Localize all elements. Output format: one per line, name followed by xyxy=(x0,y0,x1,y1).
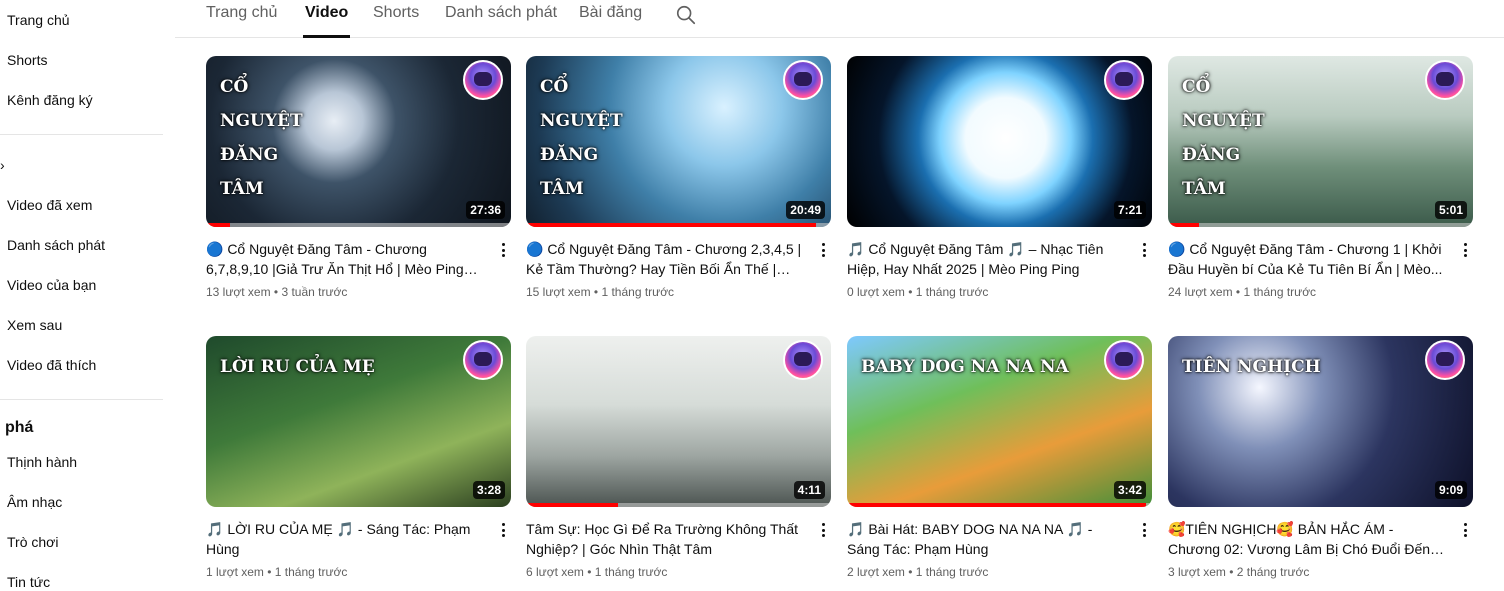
thumbnail-overlay-text: CỔ NGUYỆT ĐĂNG TÂM xyxy=(540,77,623,199)
video-duration: 7:21 xyxy=(1113,201,1146,219)
video-title[interactable]: 🎵 Cổ Nguyệt Đăng Tâm 🎵 – Nhạc Tiên Hiệp,… xyxy=(847,239,1127,279)
video-card[interactable]: CỔ NGUYỆT ĐĂNG TÂM 20:49 🔵 Cổ Nguyệt Đăn… xyxy=(526,56,831,299)
video-card[interactable]: LỜI RU CỦA MẸ 3:28 🎵 LỜI RU CỦA MẸ 🎵 - S… xyxy=(206,336,511,579)
more-actions-icon[interactable] xyxy=(1459,241,1471,259)
channel-logo-watermark xyxy=(783,340,823,380)
sidebar-divider xyxy=(0,134,163,135)
more-actions-icon[interactable] xyxy=(1138,521,1150,539)
thumbnail-overlay-text: CỔ NGUYỆT ĐĂNG TÂM xyxy=(1182,77,1265,199)
video-thumbnail[interactable]: BABY DOG NA NA NA 3:42 xyxy=(847,336,1152,507)
video-card[interactable]: CỔ NGUYỆT ĐĂNG TÂM 5:01 🔵 Cổ Nguyệt Đăng… xyxy=(1168,56,1473,299)
video-meta: 🔵 Cổ Nguyệt Đăng Tâm - Chương 6,7,8,9,10… xyxy=(206,227,511,299)
video-stats: 1 lượt xem • 1 tháng trước xyxy=(206,565,348,579)
more-actions-icon[interactable] xyxy=(817,241,829,259)
sidebar-item-home[interactable]: Trang chủ xyxy=(7,12,70,28)
search-icon[interactable] xyxy=(675,4,697,26)
tab-home[interactable]: Trang chủ xyxy=(206,4,277,22)
video-duration: 9:09 xyxy=(1434,481,1467,499)
video-stats: 13 lượt xem • 3 tuần trước xyxy=(206,285,348,299)
video-duration: 20:49 xyxy=(786,201,825,219)
video-thumbnail[interactable]: TIÊN NGHỊCH 9:09 xyxy=(1168,336,1473,507)
tab-shorts[interactable]: Shorts xyxy=(373,4,419,22)
video-duration: 3:28 xyxy=(472,481,505,499)
video-card[interactable]: TIÊN NGHỊCH 9:09 🥰TIÊN NGHỊCH🥰 BẢN HẮC Á… xyxy=(1168,336,1473,579)
more-actions-icon[interactable] xyxy=(497,241,509,259)
video-title[interactable]: 🎵 Bài Hát: BABY DOG NA NA NA 🎵 - Sáng Tá… xyxy=(847,519,1127,559)
sidebar-item-playlists[interactable]: Danh sách phát xyxy=(7,237,105,253)
thumbnail-overlay-text: BABY DOG NA NA NA xyxy=(861,357,1069,377)
sidebar-item-news[interactable]: Tin tức xyxy=(7,574,50,590)
video-card[interactable]: BABY DOG NA NA NA 3:42 🎵 Bài Hát: BABY D… xyxy=(847,336,1152,579)
thumbnail-overlay-text: CỔ NGUYỆT ĐĂNG TÂM xyxy=(220,77,303,199)
video-thumbnail[interactable]: CỔ NGUYỆT ĐĂNG TÂM 20:49 xyxy=(526,56,831,227)
sidebar-item-music[interactable]: Âm nhạc xyxy=(7,494,62,510)
sidebar-item-gaming[interactable]: Trò chơi xyxy=(7,534,58,550)
video-duration: 4:11 xyxy=(793,481,825,499)
video-duration: 5:01 xyxy=(1434,201,1467,219)
video-stats: 24 lượt xem • 1 tháng trước xyxy=(1168,285,1317,299)
active-tab-indicator xyxy=(303,35,350,38)
chevron-right-icon[interactable]: › xyxy=(0,157,5,173)
video-duration: 3:42 xyxy=(1113,481,1146,499)
video-card[interactable]: 7:21 🎵 Cổ Nguyệt Đăng Tâm 🎵 – Nhạc Tiên … xyxy=(847,56,1152,299)
sidebar-item-trending[interactable]: Thịnh hành xyxy=(7,454,77,470)
thumbnail-overlay-text: LỜI RU CỦA MẸ xyxy=(220,357,375,377)
video-thumbnail[interactable]: 7:21 xyxy=(847,56,1152,227)
sidebar-item-watch-later[interactable]: Xem sau xyxy=(7,317,62,333)
video-thumbnail[interactable]: LỜI RU CỦA MẸ 3:28 xyxy=(206,336,511,507)
video-meta: 🎵 LỜI RU CỦA MẸ 🎵 - Sáng Tác: Phạm Hùng … xyxy=(206,507,511,579)
sidebar-item-your-videos[interactable]: Video của bạn xyxy=(7,277,96,293)
sidebar-item-shorts[interactable]: Shorts xyxy=(7,52,47,68)
video-meta: 🎵 Bài Hát: BABY DOG NA NA NA 🎵 - Sáng Tá… xyxy=(847,507,1152,579)
video-card[interactable]: CỔ NGUYỆT ĐĂNG TÂM 27:36 🔵 Cổ Nguyệt Đăn… xyxy=(206,56,511,299)
video-thumbnail[interactable]: CỔ NGUYỆT ĐĂNG TÂM 5:01 xyxy=(1168,56,1473,227)
video-meta: Tâm Sự: Học Gì Để Ra Trường Không Thất N… xyxy=(526,507,831,579)
sidebar-item-liked-videos[interactable]: Video đã thích xyxy=(7,357,96,373)
video-title[interactable]: Tâm Sự: Học Gì Để Ra Trường Không Thất N… xyxy=(526,519,806,559)
sidebar-divider xyxy=(0,399,163,400)
video-duration: 27:36 xyxy=(466,201,505,219)
video-title[interactable]: 🥰TIÊN NGHỊCH🥰 BẢN HẮC ÁM - Chương 02: Vư… xyxy=(1168,519,1448,559)
video-meta: 🔵 Cổ Nguyệt Đăng Tâm - Chương 2,3,4,5 | … xyxy=(526,227,831,299)
channel-logo-watermark xyxy=(1104,60,1144,100)
video-title[interactable]: 🔵 Cổ Nguyệt Đăng Tâm - Chương 2,3,4,5 | … xyxy=(526,239,806,279)
video-stats: 6 lượt xem • 1 tháng trước xyxy=(526,565,668,579)
video-title[interactable]: 🔵 Cổ Nguyệt Đăng Tâm - Chương 6,7,8,9,10… xyxy=(206,239,486,279)
channel-logo-watermark xyxy=(1104,340,1144,380)
video-meta: 🔵 Cổ Nguyệt Đăng Tâm - Chương 1 | Khởi Đ… xyxy=(1168,227,1473,299)
sidebar-item-history[interactable]: Video đã xem xyxy=(7,197,92,213)
channel-logo-watermark xyxy=(1425,340,1465,380)
tab-videos[interactable]: Video xyxy=(305,4,348,22)
sidebar: Trang chủ Shorts Kênh đăng ký › Video đã… xyxy=(0,0,175,591)
video-stats: 3 lượt xem • 2 tháng trước xyxy=(1168,565,1310,579)
video-thumbnail[interactable]: 4:11 xyxy=(526,336,831,507)
channel-tabs: Trang chủ Video Shorts Danh sách phát Bà… xyxy=(175,0,1504,38)
tab-posts[interactable]: Bài đăng xyxy=(579,4,642,22)
channel-videos-page: Trang chủ Shorts Kênh đăng ký › Video đã… xyxy=(0,0,1504,591)
video-meta: 🥰TIÊN NGHỊCH🥰 BẢN HẮC ÁM - Chương 02: Vư… xyxy=(1168,507,1473,579)
channel-logo-watermark xyxy=(463,340,503,380)
more-actions-icon[interactable] xyxy=(1459,521,1471,539)
thumbnail-overlay-text: TIÊN NGHỊCH xyxy=(1182,357,1321,377)
tab-playlists[interactable]: Danh sách phát xyxy=(445,4,557,22)
more-actions-icon[interactable] xyxy=(1138,241,1150,259)
video-stats: 15 lượt xem • 1 tháng trước xyxy=(526,285,675,299)
more-actions-icon[interactable] xyxy=(817,521,829,539)
video-meta: 🎵 Cổ Nguyệt Đăng Tâm 🎵 – Nhạc Tiên Hiệp,… xyxy=(847,227,1152,299)
video-thumbnail[interactable]: CỔ NGUYỆT ĐĂNG TÂM 27:36 xyxy=(206,56,511,227)
channel-logo-watermark xyxy=(463,60,503,100)
sidebar-section-explore-heading: phá xyxy=(5,419,34,436)
channel-logo-watermark xyxy=(783,60,823,100)
video-title[interactable]: 🔵 Cổ Nguyệt Đăng Tâm - Chương 1 | Khởi Đ… xyxy=(1168,239,1448,279)
video-card[interactable]: 4:11 Tâm Sự: Học Gì Để Ra Trường Không T… xyxy=(526,336,831,579)
more-actions-icon[interactable] xyxy=(497,521,509,539)
video-stats: 2 lượt xem • 1 tháng trước xyxy=(847,565,989,579)
video-stats: 0 lượt xem • 1 tháng trước xyxy=(847,285,989,299)
video-title[interactable]: 🎵 LỜI RU CỦA MẸ 🎵 - Sáng Tác: Phạm Hùng xyxy=(206,519,486,559)
channel-logo-watermark xyxy=(1425,60,1465,100)
sidebar-item-subscriptions[interactable]: Kênh đăng ký xyxy=(7,92,93,108)
